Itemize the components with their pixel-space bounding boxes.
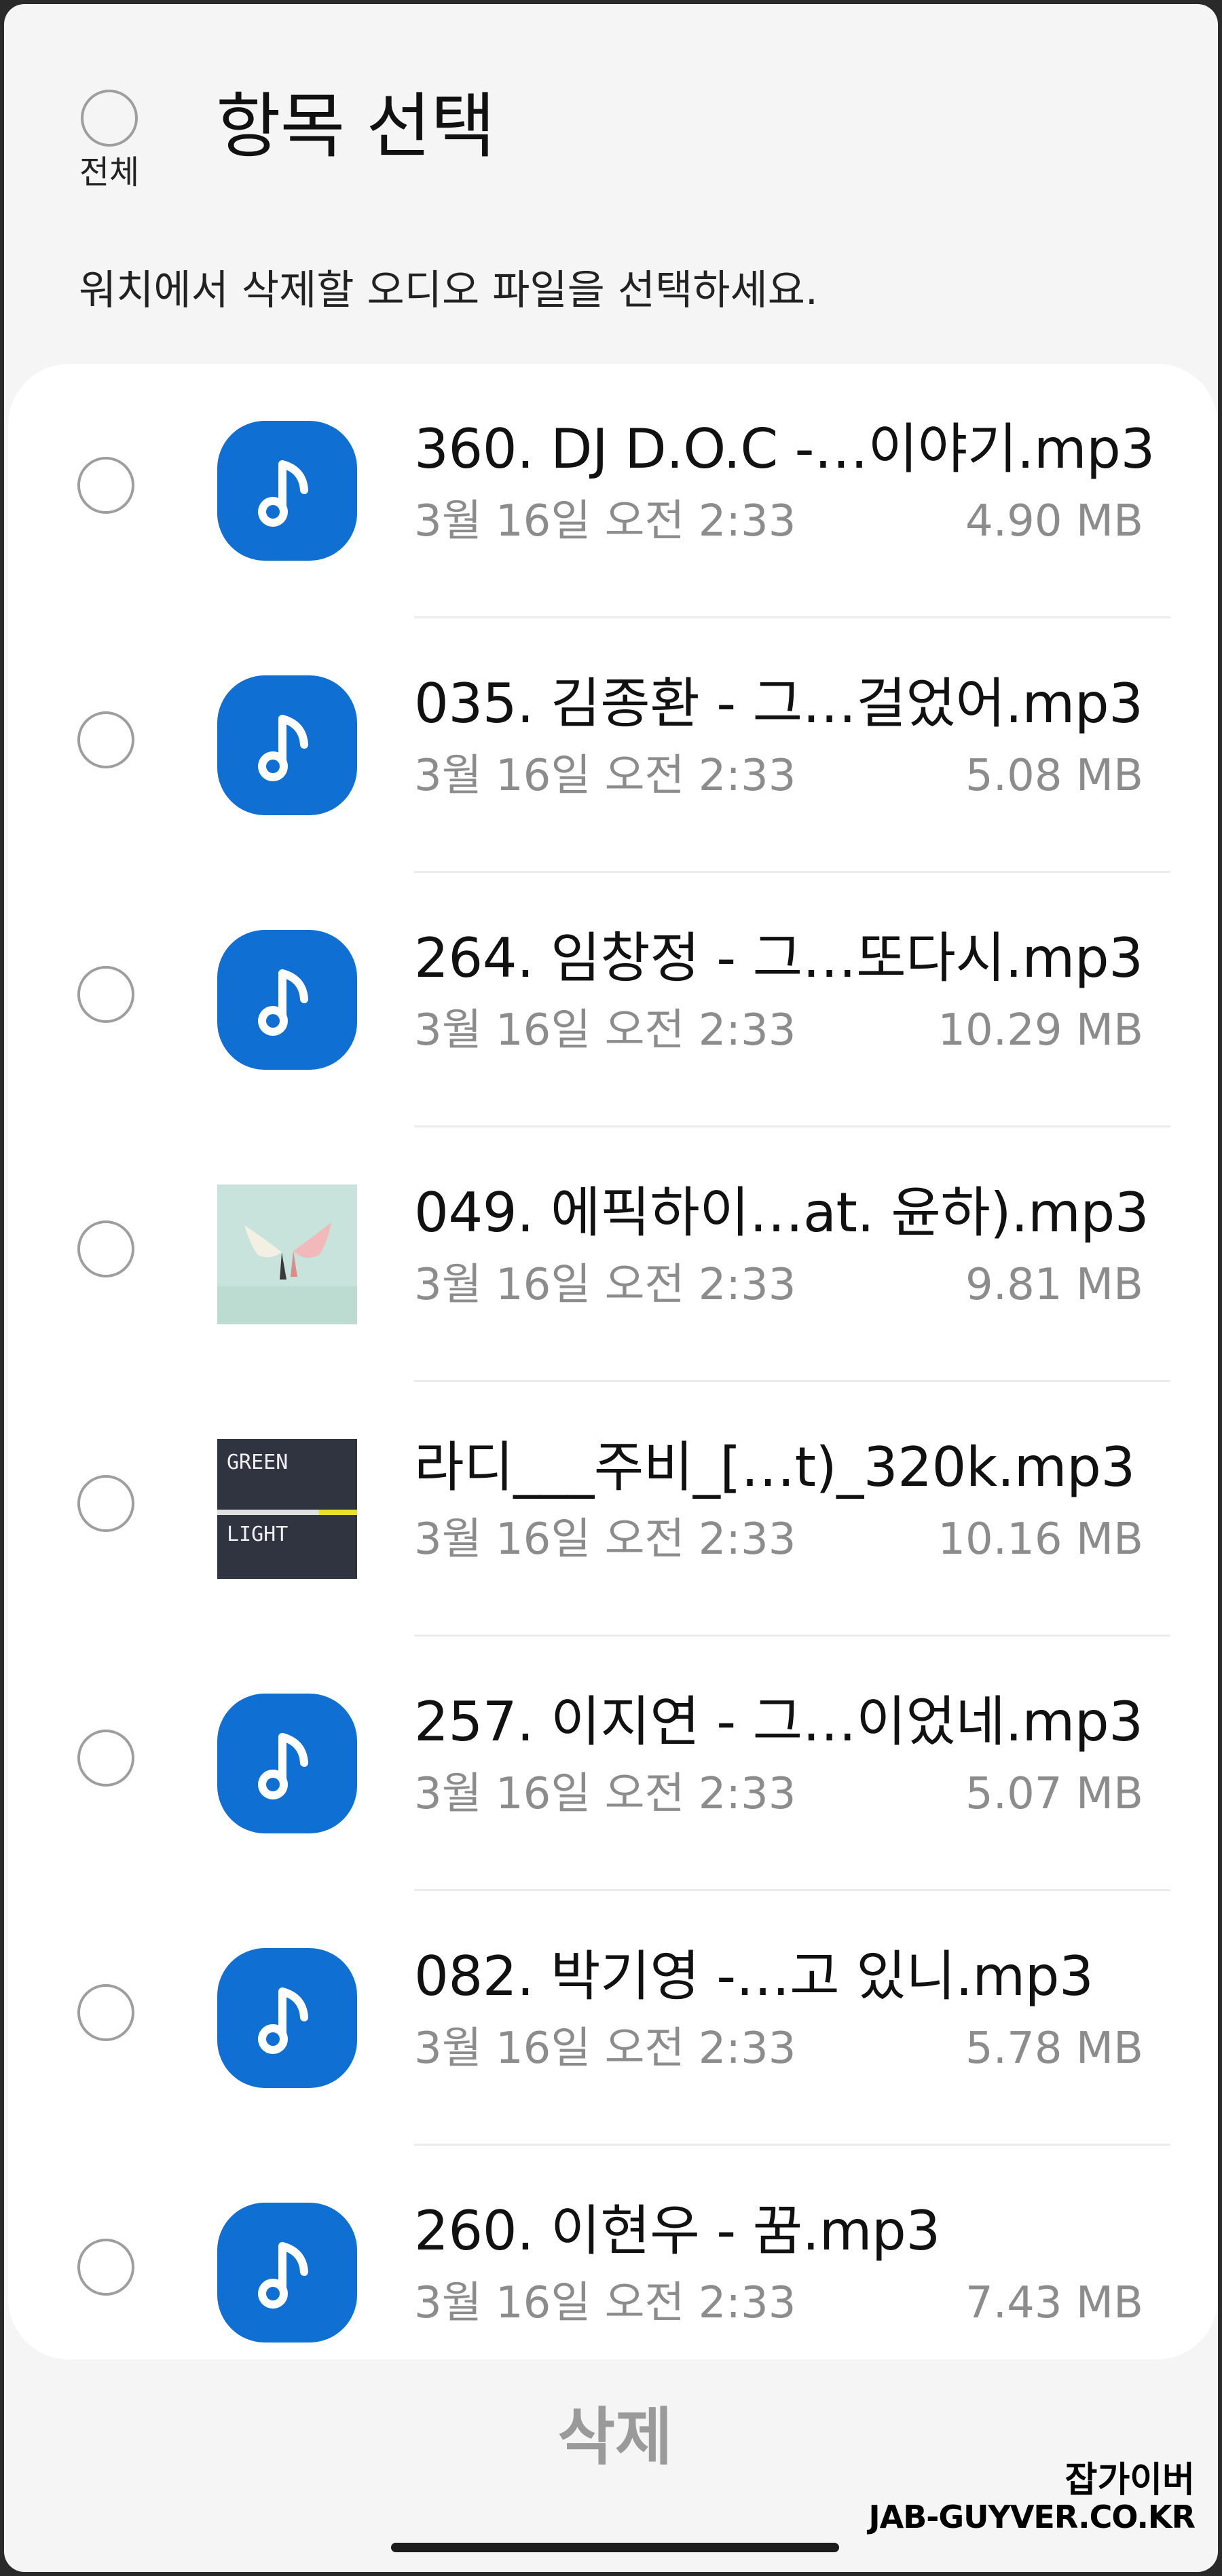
file-thumbnail: GREEN LIGHT	[217, 1439, 357, 1579]
file-name: 264. 임창정 - 그…또다시.mp3	[414, 927, 1143, 990]
album-art-text: GREEN	[227, 1451, 288, 1474]
select-all-radio[interactable]	[81, 90, 138, 147]
watermark: 잡가이버 JAB-GUYVER.CO.KR	[868, 2460, 1196, 2536]
list-item[interactable]: 260. 이현우 - 꿈.mp3 3월 16일 오전 2:33 7.43 MB	[8, 2146, 1218, 2400]
item-radio[interactable]	[77, 2239, 134, 2296]
file-date: 3월 16일 오전 2:33	[414, 1514, 796, 1565]
file-date: 3월 16일 오전 2:33	[414, 1260, 796, 1310]
select-all-label: 전체	[79, 153, 140, 191]
file-thumbnail	[217, 1694, 357, 1833]
file-thumbnail	[217, 1184, 357, 1324]
file-name: 360. DJ D.O.C -…이야기.mp3	[414, 417, 1155, 481]
file-size: 9.81 MB	[965, 1260, 1143, 1310]
file-size: 7.43 MB	[965, 2278, 1143, 2328]
item-radio[interactable]	[77, 457, 134, 514]
file-date: 3월 16일 오전 2:33	[414, 496, 796, 546]
select-all[interactable]: 전체	[72, 90, 147, 189]
instruction-text: 워치에서 삭제할 오디오 파일을 선택하세요.	[79, 267, 818, 314]
list-item[interactable]: GREEN LIGHT 라디___주비_[…t)_320k.mp3 3월 16일…	[8, 1382, 1218, 1637]
music-note-icon	[217, 421, 357, 561]
music-note-icon	[217, 2203, 357, 2342]
list-item[interactable]: 360. DJ D.O.C -…이야기.mp3 3월 16일 오전 2:33 4…	[8, 364, 1218, 618]
list-item[interactable]: 049. 에픽하이…at. 윤하).mp3 3월 16일 오전 2:33 9.8…	[8, 1127, 1218, 1382]
watermark-line2: JAB-GUYVER.CO.KR	[868, 2499, 1196, 2536]
file-date: 3월 16일 오전 2:33	[414, 2278, 796, 2328]
file-date: 3월 16일 오전 2:33	[414, 1769, 796, 1819]
file-name: 049. 에픽하이…at. 윤하).mp3	[414, 1181, 1149, 1244]
file-size: 10.16 MB	[938, 1514, 1143, 1565]
file-thumbnail	[217, 2203, 357, 2342]
album-art-text: LIGHT	[227, 1523, 288, 1546]
list-item[interactable]: 082. 박기영 -…고 있니.mp3 3월 16일 오전 2:33 5.78 …	[8, 1891, 1218, 2146]
file-size: 10.29 MB	[938, 1005, 1143, 1056]
file-list: 360. DJ D.O.C -…이야기.mp3 3월 16일 오전 2:33 4…	[8, 364, 1218, 2359]
screen: 전체 항목 선택 워치에서 삭제할 오디오 파일을 선택하세요. 360. DJ…	[4, 4, 1218, 2572]
file-thumbnail	[217, 1948, 357, 2088]
file-name: 257. 이지연 - 그…이었네.mp3	[414, 1690, 1143, 1753]
file-thumbnail	[217, 421, 357, 561]
item-radio[interactable]	[77, 711, 134, 768]
list-item[interactable]: 257. 이지연 - 그…이었네.mp3 3월 16일 오전 2:33 5.07…	[8, 1637, 1218, 1891]
music-note-icon	[217, 930, 357, 1070]
list-item[interactable]: 264. 임창정 - 그…또다시.mp3 3월 16일 오전 2:33 10.2…	[8, 873, 1218, 1127]
item-radio[interactable]	[77, 966, 134, 1023]
album-art-birds	[217, 1184, 357, 1324]
home-indicator[interactable]	[391, 2543, 839, 2552]
file-size: 5.08 MB	[965, 751, 1143, 801]
item-radio[interactable]	[77, 1730, 134, 1787]
file-size: 5.78 MB	[965, 2023, 1143, 2074]
page-title: 항목 선택	[216, 85, 496, 168]
file-name: 035. 김종환 - 그…걸었어.mp3	[414, 672, 1143, 735]
file-name: 라디___주비_[…t)_320k.mp3	[414, 1436, 1135, 1499]
item-radio[interactable]	[77, 1475, 134, 1532]
music-note-icon	[217, 1694, 357, 1833]
item-radio[interactable]	[77, 1220, 134, 1277]
music-note-icon	[217, 1948, 357, 2088]
file-date: 3월 16일 오전 2:33	[414, 1005, 796, 1056]
list-item[interactable]: 035. 김종환 - 그…걸었어.mp3 3월 16일 오전 2:33 5.08…	[8, 618, 1218, 873]
album-art-green-light: GREEN LIGHT	[217, 1439, 357, 1579]
file-name: 082. 박기영 -…고 있니.mp3	[414, 1945, 1094, 2008]
file-thumbnail	[217, 930, 357, 1070]
item-radio[interactable]	[77, 1984, 134, 2041]
file-thumbnail	[217, 675, 357, 815]
watermark-line1: 잡가이버	[1064, 2460, 1195, 2501]
file-date: 3월 16일 오전 2:33	[414, 2023, 796, 2074]
file-name: 260. 이현우 - 꿈.mp3	[414, 2199, 940, 2262]
file-date: 3월 16일 오전 2:33	[414, 751, 796, 801]
delete-button[interactable]: 삭제	[479, 2393, 751, 2482]
file-size: 4.90 MB	[965, 496, 1143, 546]
file-size: 5.07 MB	[965, 1769, 1143, 1819]
music-note-icon	[217, 675, 357, 815]
